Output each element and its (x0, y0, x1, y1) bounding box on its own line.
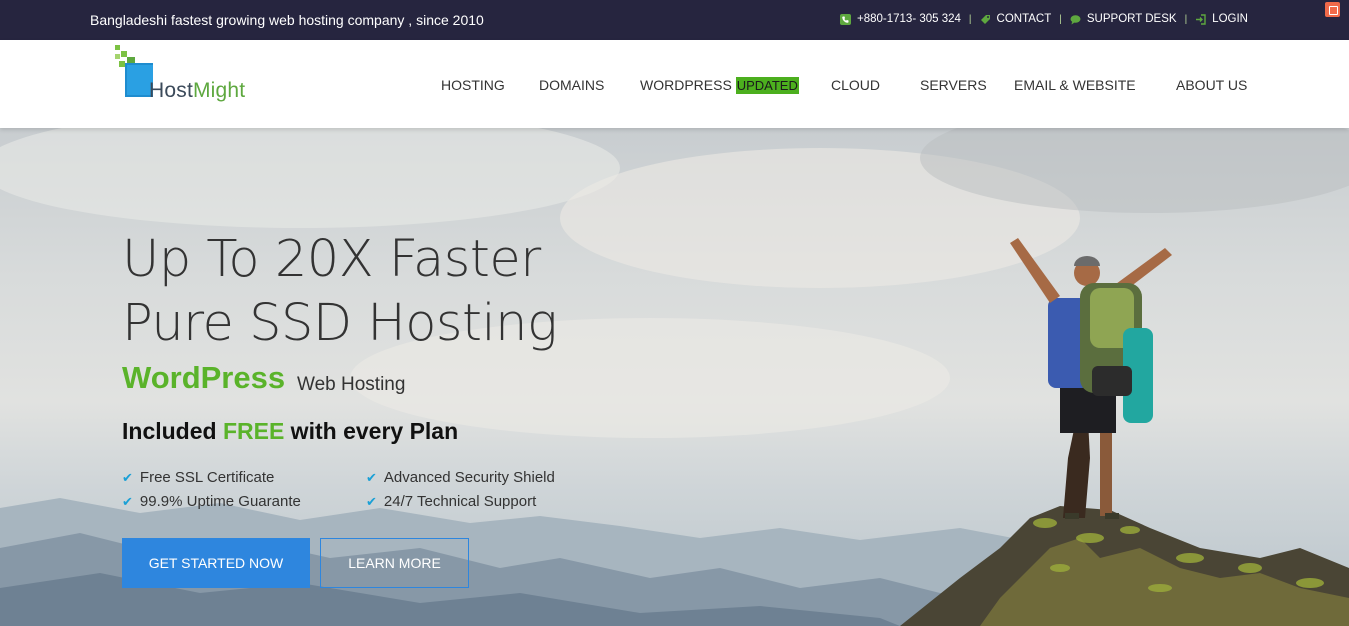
phone-icon (840, 13, 851, 25)
scroll-top-icon[interactable] (1325, 2, 1340, 17)
logo-mark-icon (115, 45, 153, 97)
login-link[interactable]: LOGIN (1195, 13, 1248, 25)
nav-domains[interactable]: DOMAINS (539, 77, 604, 93)
nav-cloud[interactable]: CLOUD (831, 77, 880, 93)
main-header: HostMight HOSTING DOMAINS WORDPRESS UPDA… (0, 40, 1349, 128)
feature-item: ✔ 99.9% Uptime Guarante (122, 493, 301, 510)
logo[interactable]: HostMight (113, 45, 263, 107)
logo-text: HostMight (149, 79, 246, 102)
wordpress-subtitle: Web Hosting (297, 374, 406, 395)
chat-icon (1070, 14, 1081, 24)
check-icon: ✔ (122, 469, 133, 485)
wordpress-title: WordPress (122, 360, 286, 395)
check-icon: ✔ (122, 493, 133, 509)
contact-label: CONTACT (996, 13, 1052, 25)
divider: | (1059, 13, 1062, 25)
tagline: Bangladeshi fastest growing web hosting … (90, 12, 484, 28)
support-label: SUPPORT DESK (1086, 13, 1177, 25)
phone-number: +880-1713- 305 324 (857, 13, 961, 25)
divider: | (968, 13, 972, 25)
nav-hosting[interactable]: HOSTING (441, 77, 505, 93)
feature-item: ✔ Free SSL Certificate (122, 469, 275, 486)
tag-icon (980, 14, 990, 24)
nav-servers[interactable]: SERVERS (920, 77, 987, 93)
hero-headline: Up To 20X Faster Pure SSD Hosting (122, 228, 558, 356)
check-icon: ✔ (366, 493, 377, 509)
divider: | (1184, 13, 1188, 25)
phone-link[interactable]: +880-1713- 305 324 (840, 13, 961, 25)
feature-item: ✔ Advanced Security Shield (366, 469, 555, 486)
login-icon (1196, 13, 1206, 25)
hero-headline-line2: Pure SSD Hosting (122, 294, 558, 353)
nav-wordpress[interactable]: WORDPRESS UPDATED (640, 77, 799, 94)
hero-headline-line1: Up To 20X Faster (122, 230, 541, 289)
support-desk-link[interactable]: SUPPORT DESK (1070, 13, 1177, 25)
included-free-text: Included FREE with every Plan (122, 418, 459, 444)
nav-wordpress-label: WORDPRESS (640, 77, 732, 93)
hero-banner: Up To 20X Faster Pure SSD Hosting WordPr… (0, 128, 1349, 626)
learn-more-button[interactable]: LEARN MORE (320, 538, 469, 588)
nav-about-us[interactable]: ABOUT US (1176, 77, 1247, 93)
top-links: +880-1713- 305 324 | CONTACT | SUPPORT D… (840, 13, 1248, 25)
get-started-button[interactable]: GET STARTED NOW (122, 538, 310, 588)
check-icon: ✔ (366, 469, 377, 485)
updated-badge: UPDATED (735, 77, 799, 94)
hiker-figure (1010, 238, 1172, 519)
nav-email-website[interactable]: EMAIL & WEBSITE (1014, 77, 1136, 93)
feature-item: ✔ 24/7 Technical Support (366, 493, 537, 510)
top-bar: Bangladeshi fastest growing web hosting … (0, 0, 1349, 40)
login-label: LOGIN (1212, 13, 1248, 25)
contact-link[interactable]: CONTACT (980, 13, 1052, 25)
